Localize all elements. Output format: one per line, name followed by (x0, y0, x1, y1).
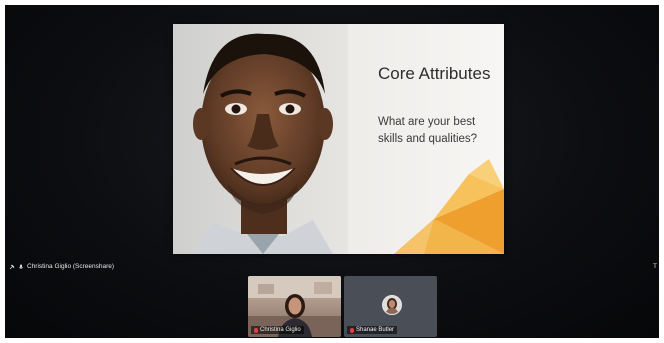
participant-tile-christina[interactable]: Christina Giglio (248, 276, 341, 337)
mic-icon (18, 264, 24, 269)
muted-mic-icon (254, 327, 258, 333)
orange-polygon-graphic (394, 159, 504, 254)
muted-mic-icon (350, 327, 354, 333)
participant-name: Christina Giglio (260, 327, 301, 333)
screenshot-frame: Core Attributes What are your best skill… (0, 0, 664, 343)
slide-photo (173, 24, 348, 254)
pin-icon[interactable] (9, 264, 15, 270)
edge-label: T (653, 263, 657, 270)
presenter-name: Christina Giglio (Screenshare) (27, 263, 115, 270)
avatar (382, 295, 402, 315)
presenter-label: Christina Giglio (Screenshare) (9, 263, 114, 270)
participant-name-label: Shanae Butler (347, 326, 398, 334)
participant-name: Shanae Butler (356, 327, 395, 333)
participant-tile-shanae[interactable]: Shanae Butler (344, 276, 437, 337)
slide-body-text: What are your best skills and qualities? (378, 116, 478, 145)
meeting-window: Core Attributes What are your best skill… (5, 5, 659, 338)
participant-name-label: Christina Giglio (251, 326, 304, 334)
shared-slide: Core Attributes What are your best skill… (173, 24, 504, 254)
slide-title: Core Attributes (378, 64, 491, 83)
